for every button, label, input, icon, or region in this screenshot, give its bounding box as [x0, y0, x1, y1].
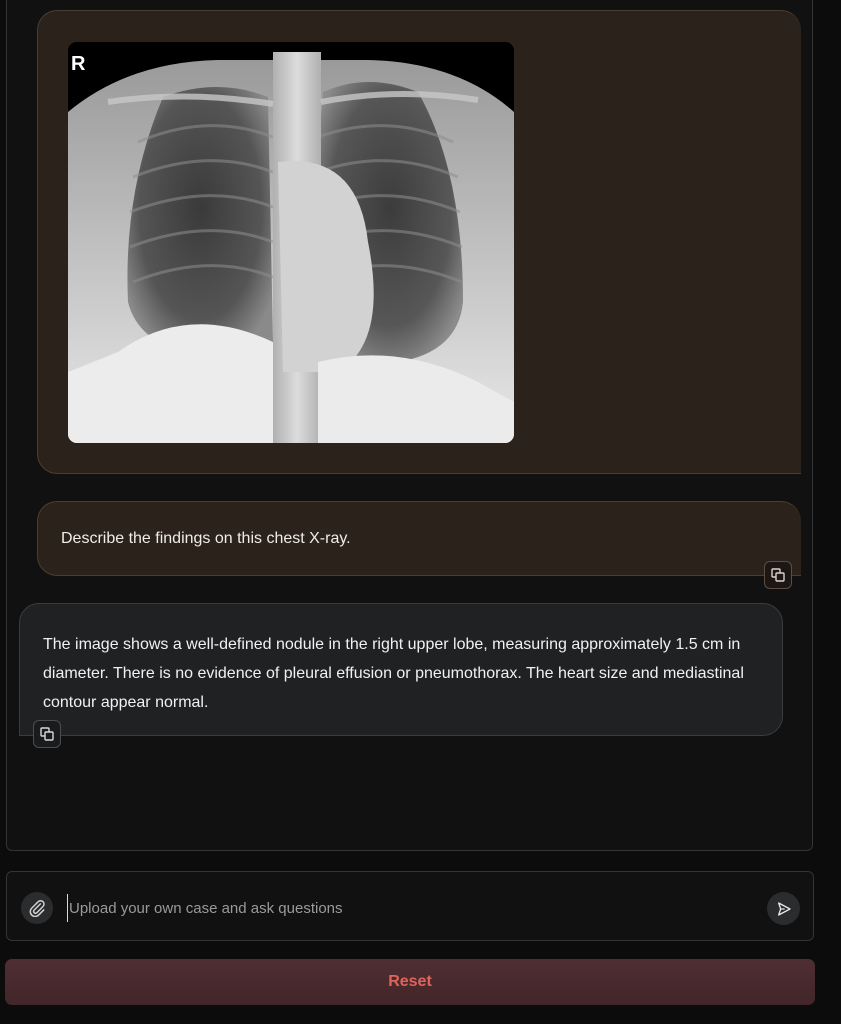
copy-icon: [771, 568, 785, 582]
send-icon: [777, 901, 791, 916]
xray-side-marker: R: [71, 53, 86, 75]
reset-button[interactable]: Reset: [5, 959, 815, 1005]
attach-file-button[interactable]: [21, 892, 53, 924]
message-composer: [6, 871, 814, 941]
assistant-message-text: The image shows a well-defined nodule in…: [43, 636, 744, 711]
user-message-bubble: Describe the findings on this chest X-ra…: [37, 501, 801, 576]
copy-icon: [40, 727, 54, 741]
assistant-message-bubble: The image shows a well-defined nodule in…: [19, 603, 783, 736]
send-button[interactable]: [767, 892, 800, 925]
user-message-text: Describe the findings on this chest X-ra…: [61, 530, 351, 547]
copy-assistant-message-button[interactable]: [33, 720, 61, 748]
copy-user-message-button[interactable]: [764, 561, 792, 589]
paperclip-icon: [29, 899, 45, 917]
message-input[interactable]: [67, 894, 751, 922]
chest-xray-image[interactable]: R: [68, 42, 514, 443]
